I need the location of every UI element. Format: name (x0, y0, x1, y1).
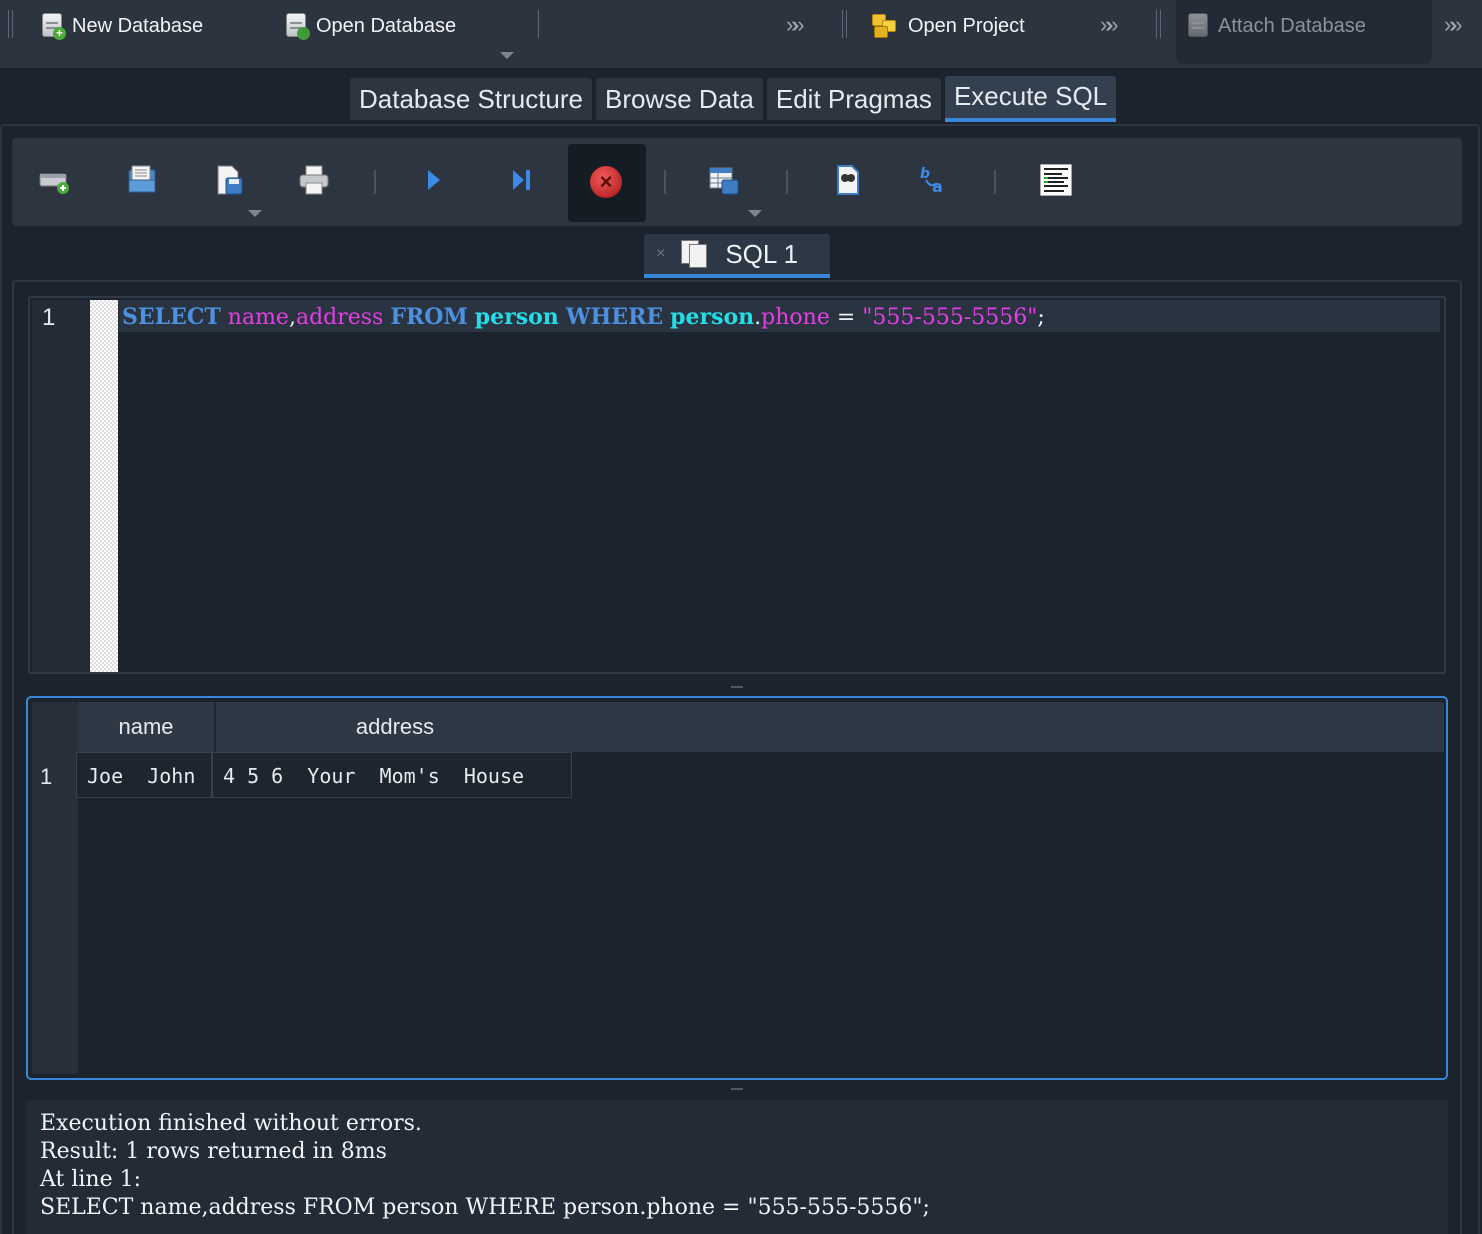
sql-punctuation: , (288, 305, 296, 330)
open-project-icon (870, 12, 902, 40)
open-database-dropdown-icon[interactable] (500, 52, 514, 59)
tab-browse-data[interactable]: Browse Data (596, 78, 763, 120)
message-pane: Execution finished without errors. Result… (26, 1100, 1448, 1234)
sql-editor-tab[interactable]: × SQL 1 (644, 234, 830, 278)
svg-text:a: a (932, 177, 943, 196)
sql-string-literal: "555-555-5556" (862, 305, 1038, 330)
sql-operator: = (836, 305, 856, 330)
line-number-gutter: 1 (32, 300, 90, 672)
stop-execution-button[interactable]: × (568, 144, 646, 222)
sql-identifier: address (295, 305, 384, 330)
stop-execution-icon: × (590, 166, 622, 198)
toolbar-separator (994, 170, 996, 194)
main-toolbar: + New Database Open Database »» Open Pro… (0, 0, 1482, 68)
sql-keyword: SELECT (122, 304, 221, 330)
row-header-column (32, 702, 78, 1074)
execute-all-icon[interactable] (418, 164, 450, 196)
svg-text:b: b (920, 166, 930, 182)
sql-identifier: name (227, 305, 289, 330)
message-line: Result: 1 rows returned in 8ms (40, 1139, 387, 1164)
column-header-address[interactable]: address (216, 702, 574, 752)
new-database-icon: + (40, 12, 66, 40)
find-icon[interactable] (832, 164, 864, 196)
toolbar-grip[interactable] (842, 10, 847, 38)
toolbar-grip[interactable] (8, 10, 13, 38)
save-sql-file-icon[interactable] (212, 164, 244, 196)
toolbar-overflow-icon[interactable]: »» (1444, 12, 1463, 38)
toolbar-overflow-icon[interactable]: »» (786, 12, 805, 38)
sql-editor[interactable]: 1 SELECT name,address FROM person WHERE … (28, 296, 1446, 674)
attach-database-button[interactable]: Attach Database (1186, 8, 1366, 44)
tab-database-structure[interactable]: Database Structure (350, 78, 593, 120)
open-project-label: Open Project (908, 14, 1025, 37)
message-line: Execution finished without errors. (40, 1111, 422, 1136)
sql-table-name: person (474, 304, 559, 330)
sql-keyword: WHERE (565, 304, 664, 330)
find-replace-icon[interactable]: b a (918, 164, 950, 196)
sql-tab-label: SQL 1 (725, 238, 799, 269)
toolbar-separator (786, 170, 788, 194)
toolbar-separator (374, 170, 376, 194)
toolbar-separator (538, 10, 540, 38)
toolbar-grip[interactable] (1156, 10, 1161, 38)
result-cell-name[interactable]: Joe John (76, 752, 212, 798)
sql-code-line[interactable]: SELECT name,address FROM person WHERE pe… (122, 302, 1045, 333)
column-header-name[interactable]: name (78, 702, 214, 752)
sql-table-name: person (670, 304, 755, 330)
open-database-label: Open Database (316, 14, 457, 37)
main-tab-bar: Database Structure Browse Data Edit Prag… (350, 76, 1117, 122)
new-database-button[interactable]: + New Database (40, 8, 203, 44)
results-message-splitter[interactable] (731, 1088, 743, 1090)
editor-results-splitter[interactable] (731, 686, 743, 688)
sql-keyword: FROM (390, 304, 468, 330)
message-line: At line 1: (40, 1167, 141, 1192)
sql-document-icon (681, 240, 709, 268)
save-sql-dropdown-icon[interactable] (248, 210, 262, 217)
toolbar-separator (664, 170, 666, 194)
row-number[interactable]: 1 (40, 764, 52, 790)
print-icon[interactable] (298, 164, 330, 196)
toolbar-overflow-icon[interactable]: »» (1100, 12, 1119, 38)
sql-identifier: phone (761, 305, 830, 330)
attach-database-icon (1186, 12, 1212, 40)
sql-toolbar: × b a (12, 138, 1462, 226)
results-grid[interactable]: name address 1 Joe John 4 5 6 Your Mom's… (26, 696, 1448, 1080)
save-results-icon[interactable] (708, 164, 740, 196)
open-tab-icon[interactable] (38, 164, 70, 196)
new-database-label: New Database (72, 14, 204, 37)
execute-line-icon[interactable] (506, 164, 538, 196)
comment-block-icon[interactable] (1040, 164, 1072, 196)
tab-execute-sql[interactable]: Execute SQL (944, 76, 1117, 122)
results-header-row: name address (78, 702, 1444, 752)
open-database-button[interactable]: Open Database (284, 8, 456, 44)
line-number: 1 (42, 304, 56, 331)
close-tab-icon[interactable]: × (656, 245, 665, 263)
sql-punctuation: ; (1037, 305, 1045, 330)
open-database-icon (284, 12, 310, 40)
open-project-button[interactable]: Open Project (870, 8, 1025, 44)
save-results-dropdown-icon[interactable] (748, 210, 762, 217)
message-line: SELECT name,address FROM person WHERE pe… (40, 1195, 930, 1220)
attach-database-label: Attach Database (1218, 14, 1366, 37)
open-sql-file-icon[interactable] (126, 164, 158, 196)
execution-message: Execution finished without errors. Result… (40, 1110, 930, 1222)
fold-margin[interactable] (90, 300, 118, 672)
result-cell-address[interactable]: 4 5 6 Your Mom's House (212, 752, 572, 798)
tab-edit-pragmas[interactable]: Edit Pragmas (766, 78, 941, 120)
